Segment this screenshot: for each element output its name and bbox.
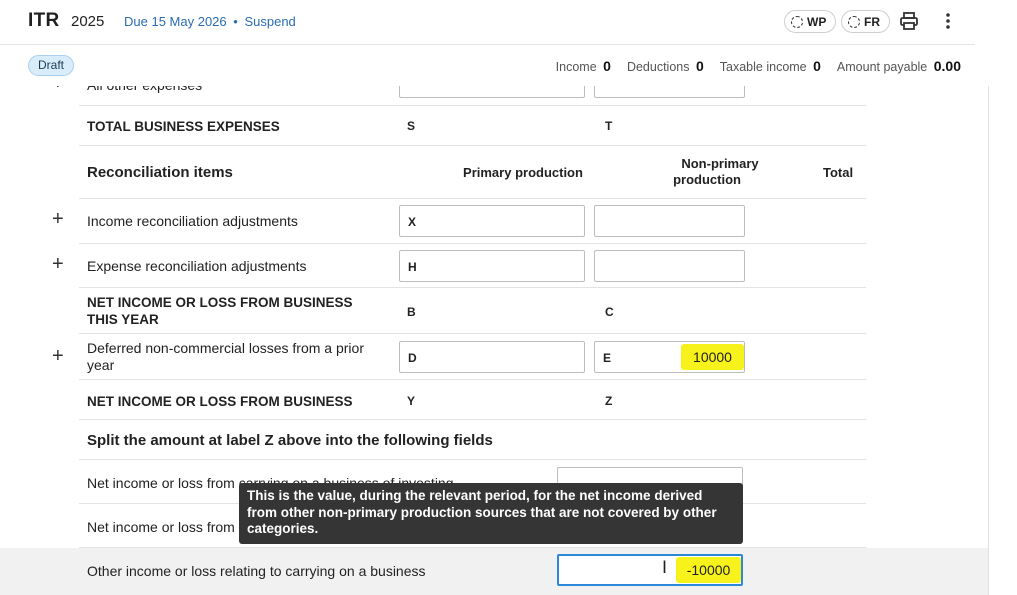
section-heading: Split the amount at label Z above into t… — [87, 432, 493, 449]
return-year: 2025 — [71, 13, 105, 30]
split-heading-row: Split the amount at label Z above into t… — [79, 420, 866, 460]
scroll-divider — [988, 86, 989, 595]
wp-button[interactable]: WP — [784, 10, 837, 33]
stat-value: 0.00 — [933, 58, 961, 74]
stat-label: Income — [555, 60, 597, 74]
row-label: NET INCOME OR LOSS FROM BUSINESS THIS YE… — [87, 294, 353, 328]
income-reconciliation-row: Income reconciliation adjustments X — [79, 199, 866, 244]
row-label-line: Deferred non-commercial losses from a pr… — [87, 340, 364, 356]
dashed-circle-icon — [848, 15, 860, 28]
total-business-expenses-row: TOTAL BUSINESS EXPENSES S T — [79, 106, 866, 146]
app-header: ITR 2025 Due 15 May 2026 • Suspend WP FR — [0, 0, 975, 45]
expense-recon-nonprimary-input[interactable] — [594, 250, 745, 282]
row-label: Net income or loss from — [87, 519, 235, 535]
column-header-total: Total — [823, 165, 854, 180]
stat-taxable-income: Taxable income 0 — [720, 58, 821, 74]
label-code: B — [407, 305, 416, 319]
separator: • — [233, 14, 238, 29]
row-label: Expense reconciliation adjustments — [87, 258, 307, 274]
row-label-line: year — [87, 357, 115, 373]
print-icon[interactable] — [899, 11, 919, 31]
partial-row: + All other expenses — [0, 86, 988, 106]
stat-label: Amount payable — [836, 60, 928, 74]
column-header-line: production — [673, 172, 741, 187]
section-heading: Reconciliation items — [87, 164, 233, 181]
deferred-losses-row: Deferred non-commercial losses from a pr… — [79, 334, 866, 380]
suspend-link[interactable]: Suspend — [244, 14, 295, 29]
stat-value: 0 — [813, 58, 821, 74]
stat-deductions: Deductions 0 — [627, 58, 704, 74]
partial-row-label: All other expenses — [87, 86, 202, 94]
partial-input-a[interactable] — [399, 86, 585, 98]
due-date: 15 May 2026 — [151, 14, 227, 29]
expand-plus-icon[interactable]: + — [52, 208, 64, 231]
label-code: S — [407, 119, 416, 133]
partial-input-b[interactable] — [594, 86, 745, 98]
summary-stats: Income 0 Deductions 0 Taxable income 0 A… — [540, 58, 961, 74]
label-code: C — [605, 305, 614, 319]
label-code: D — [408, 351, 417, 365]
stat-value: 0 — [695, 58, 704, 74]
income-recon-nonprimary-input[interactable] — [594, 205, 745, 237]
text-cursor-icon: I — [662, 558, 668, 578]
row-label-line: NET INCOME OR LOSS FROM BUSINESS — [87, 295, 353, 310]
wp-label: WP — [807, 14, 827, 29]
column-header-primary: Primary production — [463, 165, 583, 180]
label-code: H — [408, 260, 417, 274]
other-income-value: -10000 — [676, 557, 741, 583]
column-header-line: Non-primary — [681, 156, 759, 171]
expand-plus-icon[interactable]: + — [52, 253, 64, 276]
help-tooltip: This is the value, during the relevant p… — [239, 483, 743, 544]
row-label-line: THIS YEAR — [87, 312, 159, 327]
label-code: E — [603, 351, 612, 365]
deferred-nonprimary-value: 10000 — [681, 344, 744, 370]
dashed-circle-icon — [791, 15, 803, 28]
status-badge: Draft — [28, 55, 75, 76]
fr-label: FR — [864, 14, 880, 29]
deferred-primary-input[interactable]: D — [399, 341, 585, 373]
row-label: Income reconciliation adjustments — [87, 213, 298, 229]
row-label: Other income or loss relating to carryin… — [87, 563, 426, 579]
row-label: NET INCOME OR LOSS FROM BUSINESS — [87, 394, 353, 409]
stat-value: 0 — [603, 58, 611, 74]
label-code: T — [605, 119, 613, 133]
summary-bar: Draft Income 0 Deductions 0 Taxable inco… — [0, 46, 975, 86]
row-label: Deferred non-commercial losses from a pr… — [87, 340, 364, 374]
expense-recon-primary-input[interactable]: H — [399, 250, 585, 282]
expand-plus-icon[interactable]: + — [52, 86, 64, 95]
more-options-icon[interactable] — [938, 11, 958, 31]
due-info: Due 15 May 2026 • Suspend — [124, 14, 296, 29]
net-income-business-row: NET INCOME OR LOSS FROM BUSINESS Y Z — [79, 380, 866, 420]
column-header-nonprimary: Non-primary production — [644, 156, 774, 188]
page-title: ITR — [28, 10, 60, 31]
income-recon-primary-input[interactable]: X — [399, 205, 585, 237]
fr-button[interactable]: FR — [841, 10, 890, 33]
reconciliation-header-row: Reconciliation items Primary production … — [79, 146, 866, 199]
stat-amount-payable: Amount payable 0.00 — [837, 58, 961, 74]
expense-reconciliation-row: Expense reconciliation adjustments H — [79, 244, 866, 288]
net-income-this-year-row: NET INCOME OR LOSS FROM BUSINESS THIS YE… — [79, 288, 866, 334]
stat-income: Income 0 — [556, 58, 611, 74]
stat-label: Deductions — [626, 60, 690, 74]
label-code: Y — [407, 394, 416, 408]
row-label: TOTAL BUSINESS EXPENSES — [87, 119, 280, 134]
due-prefix: Due — [124, 14, 148, 29]
label-code: X — [408, 215, 417, 229]
stat-label: Taxable income — [719, 60, 807, 74]
label-code: Z — [605, 394, 613, 408]
expand-plus-icon[interactable]: + — [52, 345, 64, 368]
